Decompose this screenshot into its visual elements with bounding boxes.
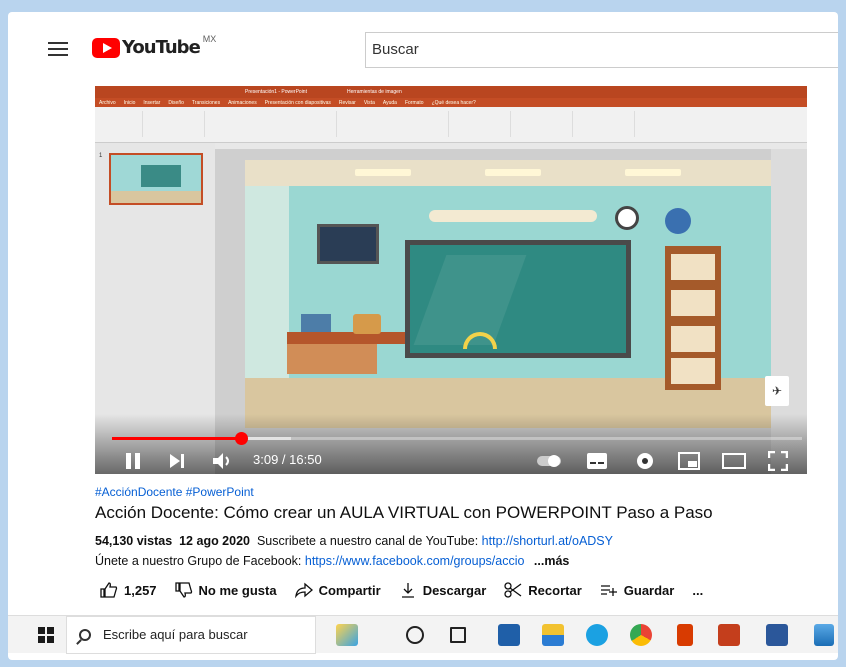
share-label: Compartir <box>318 582 381 598</box>
ppt-ribbon-tabs: Archivo Inicio Insertar Diseño Transiciones A… <box>95 98 807 107</box>
description-text-2: Únete a nuestro Grupo de Facebook: <box>95 554 302 568</box>
taskbar-search-input[interactable]: Escribe aquí para buscar <box>66 616 316 654</box>
ppt-tab: Animaciones <box>228 99 257 106</box>
slide-number: 1 <box>99 153 103 159</box>
globe-icon <box>665 208 691 234</box>
ppt-tools-label: Herramientas de imagen <box>346 89 402 95</box>
windows-taskbar: Escribe aquí para buscar <box>8 615 838 654</box>
save-label: Guardar <box>623 582 675 598</box>
edge-browser-icon[interactable] <box>586 624 608 646</box>
search-input[interactable]: Buscar <box>365 32 838 68</box>
time-display: 3:09 / 16:50 <box>253 452 322 467</box>
miniplayer-icon[interactable] <box>677 450 701 472</box>
ppt-titlebar: Presentación1 - PowerPoint Herramientas … <box>95 86 807 98</box>
search-icon <box>79 629 91 641</box>
logo-wordmark: YouTube <box>122 37 201 58</box>
windows-start-icon[interactable] <box>38 627 54 643</box>
powerpoint-icon[interactable] <box>718 624 740 646</box>
description-link-1[interactable]: http://shorturl.at/oADSY <box>482 534 613 548</box>
word-icon[interactable] <box>766 624 788 646</box>
ppt-tab: Presentación con diapositivas <box>264 99 331 106</box>
view-count: 54,130 vistas <box>95 534 173 548</box>
chair-image <box>353 314 381 334</box>
next-icon[interactable] <box>167 450 187 472</box>
weather-widget-icon[interactable] <box>336 624 358 646</box>
dislike-label: No me gusta <box>198 582 277 598</box>
upload-date: 12 ago 2020 <box>179 534 250 548</box>
ppt-tab: Insertar <box>143 99 161 106</box>
pause-icon[interactable] <box>123 450 143 472</box>
ppt-tab: Inicio <box>123 99 136 106</box>
dislike-button[interactable]: No me gusta <box>174 582 277 598</box>
video-player[interactable]: Presentación1 - PowerPoint Herramientas … <box>95 86 807 474</box>
slide-thumbnail <box>109 153 203 205</box>
scissors-icon <box>504 582 522 598</box>
show-more-button[interactable]: ...más <box>534 554 569 568</box>
youtube-play-icon <box>92 37 120 58</box>
playlist-add-icon <box>600 585 617 596</box>
share-button[interactable]: Compartir <box>294 582 381 598</box>
chrome-browser-icon[interactable] <box>630 624 652 646</box>
photos-icon[interactable] <box>814 624 834 646</box>
ppt-tab: Vista <box>363 99 375 106</box>
office-icon[interactable] <box>677 624 693 646</box>
action-bar: 1,257 No me gusta Compartir Descargar Re… <box>100 582 721 598</box>
thumbs-up-icon <box>100 582 118 598</box>
like-button[interactable]: 1,257 <box>100 582 157 598</box>
classroom-slide <box>245 160 773 428</box>
menu-icon[interactable] <box>48 42 68 56</box>
description-text-1: Suscribete a nuestro canal de YouTube: <box>256 534 479 548</box>
more-actions-button[interactable]: ... <box>692 582 703 598</box>
description-link-2[interactable]: https://www.facebook.com/groups/accio <box>305 554 525 568</box>
ppt-tab: Revisar <box>338 99 356 106</box>
channel-watermark-icon[interactable]: ✈ <box>765 376 789 406</box>
clip-button[interactable]: Recortar <box>504 582 582 598</box>
download-button[interactable]: Descargar <box>399 582 487 598</box>
ppt-tab: ¿Qué desea hacer? <box>431 99 476 106</box>
download-icon <box>401 583 414 598</box>
region-code: MX <box>202 33 217 44</box>
youtube-logo[interactable]: YouTube MX <box>92 33 217 58</box>
projector-screen-image <box>429 210 597 222</box>
desk-image <box>287 332 405 344</box>
save-button[interactable]: Guardar <box>600 582 675 598</box>
hashtags[interactable]: #AcciónDocente #PowerPoint <box>95 485 254 499</box>
more-actions-icon: ... <box>692 582 704 598</box>
share-icon <box>294 582 313 598</box>
ppt-tab: Archivo <box>99 99 116 106</box>
ppt-tab: Formato <box>404 99 424 106</box>
ppt-ribbon <box>95 107 807 143</box>
video-title: Acción Docente: Cómo crear un AULA VIRTU… <box>95 503 713 522</box>
laptop-image <box>301 314 331 332</box>
thumbs-down-icon <box>174 582 192 598</box>
file-explorer-icon[interactable] <box>542 624 564 646</box>
ppt-tab: Transiciones <box>191 99 221 106</box>
ppt-tab: Diseño <box>168 99 184 106</box>
ppt-tab: Ayuda <box>382 99 397 106</box>
bookshelf-image <box>665 246 721 390</box>
autoplay-toggle-icon[interactable] <box>535 450 563 472</box>
subtitles-icon[interactable] <box>585 450 609 472</box>
settings-gear-icon[interactable] <box>633 450 657 472</box>
volume-icon[interactable] <box>211 450 233 472</box>
progress-bar[interactable] <box>112 432 802 445</box>
task-view-icon[interactable] <box>450 627 466 643</box>
progress-scrubber[interactable] <box>235 432 249 445</box>
fullscreen-icon[interactable] <box>767 450 789 472</box>
clip-label: Recortar <box>528 582 582 598</box>
description-line-2: Únete a nuestro Grupo de Facebook: https… <box>95 554 569 568</box>
like-count: 1,257 <box>124 582 157 598</box>
ppt-title: Presentación1 - PowerPoint <box>245 89 307 95</box>
cortana-icon[interactable] <box>406 626 424 644</box>
tv-image <box>317 224 379 264</box>
download-label: Descargar <box>422 582 487 598</box>
clock-icon <box>615 206 639 230</box>
taskbar-search-placeholder: Escribe aquí para buscar <box>103 627 248 642</box>
chalkboard-image <box>405 240 631 358</box>
theater-mode-icon[interactable] <box>721 450 747 472</box>
description-line-1: 54,130 vistas 12 ago 2020 Suscribete a n… <box>95 534 613 548</box>
mail-icon[interactable] <box>498 624 520 646</box>
